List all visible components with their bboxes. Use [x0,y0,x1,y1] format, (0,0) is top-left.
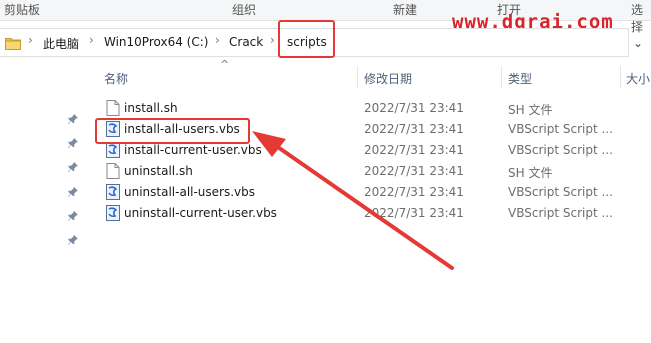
annotation-arrow-icon [252,131,454,270]
